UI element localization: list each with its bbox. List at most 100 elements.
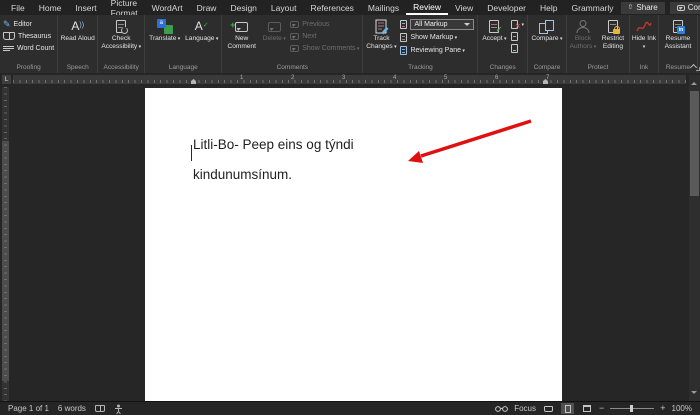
scroll-up-icon[interactable] bbox=[691, 79, 697, 85]
hide-ink-button[interactable]: Hide Ink bbox=[631, 16, 657, 51]
markup-view-combo[interactable]: All Markup bbox=[398, 18, 476, 30]
tab-review[interactable]: Review bbox=[406, 0, 448, 15]
left-indent-marker[interactable] bbox=[191, 79, 196, 84]
group-speech: A )) Read Aloud Speech bbox=[58, 15, 99, 73]
reject-button[interactable]: ✕ bbox=[509, 18, 526, 30]
new-comment-button[interactable]: + New Comment bbox=[223, 16, 260, 51]
zoom-slider-thumb[interactable] bbox=[630, 405, 634, 412]
accessibility-status-icon[interactable] bbox=[114, 404, 123, 414]
show-markup-button[interactable]: Show Markup bbox=[398, 31, 476, 43]
compare-icon bbox=[539, 18, 555, 35]
tracking-group-label: Tracking bbox=[408, 64, 433, 71]
horizontal-ruler[interactable]: 1 2 3 4 5 6 7 bbox=[13, 75, 686, 84]
group-proofing: ✎ Editor Thesaurus Word Count Proofing bbox=[0, 15, 59, 73]
view-read-mode-button[interactable] bbox=[542, 403, 555, 414]
group-ink: Hide Ink Ink bbox=[630, 15, 659, 73]
read-aloud-button[interactable]: A )) Read Aloud bbox=[59, 16, 96, 43]
thesaurus-book-icon bbox=[3, 32, 15, 40]
zoom-level[interactable]: 100% bbox=[672, 404, 692, 413]
show-comments-button[interactable]: Show Comments bbox=[288, 42, 361, 54]
compare-group-label: Compare bbox=[533, 64, 561, 71]
delete-comment-icon bbox=[267, 18, 281, 35]
focus-icon bbox=[495, 406, 509, 412]
reviewing-pane-button[interactable]: Reviewing Pane bbox=[398, 44, 476, 56]
group-protect: Block Authors Restrict Editing Protect bbox=[567, 15, 630, 73]
tab-wordart[interactable]: WordArt bbox=[145, 0, 190, 15]
word-count-indicator[interactable]: 6 words bbox=[58, 404, 86, 413]
zoom-out-button[interactable]: − bbox=[599, 404, 604, 413]
lock-icon bbox=[612, 26, 620, 34]
previous-change-button[interactable] bbox=[509, 30, 526, 42]
accessibility-group-label: Accessibility bbox=[103, 64, 139, 71]
language-icon: A ✓ bbox=[194, 19, 209, 33]
vertical-ruler[interactable] bbox=[2, 87, 9, 401]
tab-design[interactable]: Design bbox=[223, 0, 263, 15]
tab-draw[interactable]: Draw bbox=[190, 0, 224, 15]
thesaurus-button[interactable]: Thesaurus bbox=[1, 30, 56, 42]
check-accessibility-button[interactable]: Check Accessibility bbox=[99, 16, 143, 51]
tab-layout[interactable]: Layout bbox=[264, 0, 304, 15]
vertical-scrollbar[interactable] bbox=[689, 75, 700, 401]
next-change-button[interactable] bbox=[509, 42, 526, 54]
accept-button[interactable]: ✓ Accept bbox=[479, 16, 509, 43]
view-web-layout-button[interactable] bbox=[580, 403, 593, 414]
next-comment-button[interactable]: Next bbox=[288, 30, 361, 42]
tab-home[interactable]: Home bbox=[32, 0, 69, 15]
page-indicator[interactable]: Page 1 of 1 bbox=[8, 404, 49, 413]
word-count-button[interactable]: Word Count bbox=[1, 42, 56, 54]
review-ribbon: ✎ Editor Thesaurus Word Count Proofing A… bbox=[0, 15, 700, 73]
proofing-group-label: Proofing bbox=[16, 64, 41, 71]
restrict-editing-button[interactable]: Restrict Editing bbox=[598, 16, 628, 51]
scroll-down-icon[interactable] bbox=[691, 391, 697, 397]
share-button[interactable]: ⇧ Share bbox=[620, 1, 665, 14]
block-authors-label: Block Authors bbox=[568, 35, 598, 51]
tab-picture-format[interactable]: Picture Format bbox=[104, 0, 145, 18]
ruler-number: 1 bbox=[240, 75, 244, 81]
chevron-down-icon bbox=[464, 22, 471, 29]
accept-label: Accept bbox=[482, 35, 506, 43]
zoom-in-button[interactable]: + bbox=[660, 404, 665, 413]
reject-icon: ✕ bbox=[511, 19, 520, 30]
editor-button[interactable]: ✎ Editor bbox=[1, 18, 56, 30]
tab-help[interactable]: Help bbox=[533, 0, 564, 15]
track-changes-label: Track Changes bbox=[364, 35, 398, 51]
document-page[interactable]: Litli-Bo- Peep eins og týndi kindunumsín… bbox=[145, 88, 562, 408]
language-button[interactable]: A ✓ Language bbox=[183, 16, 220, 43]
share-label: Share bbox=[636, 3, 658, 12]
tab-grammarly[interactable]: Grammarly bbox=[565, 0, 621, 15]
scrollbar-thumb[interactable] bbox=[690, 91, 699, 196]
tab-references[interactable]: References bbox=[303, 0, 360, 15]
group-tracking: Track Changes All Markup Show Markup bbox=[363, 15, 700, 73]
comments-label: Comments bbox=[687, 3, 700, 12]
tab-view[interactable]: View bbox=[448, 0, 480, 15]
hide-ink-label: Hide Ink bbox=[631, 35, 657, 51]
view-print-layout-button[interactable] bbox=[561, 403, 574, 414]
language-label: Language bbox=[185, 35, 218, 43]
tab-selector[interactable]: L bbox=[2, 75, 11, 84]
tab-mailings[interactable]: Mailings bbox=[361, 0, 406, 15]
previous-comment-button[interactable]: Previous bbox=[288, 18, 361, 30]
proofing-status-icon[interactable] bbox=[94, 405, 105, 412]
previous-change-icon bbox=[511, 31, 519, 41]
markup-sheet-icon bbox=[400, 19, 408, 29]
comments-button[interactable]: Comments bbox=[669, 1, 700, 14]
translate-button[interactable]: a Translate bbox=[146, 16, 183, 43]
delete-comment-button[interactable]: Delete bbox=[260, 16, 288, 43]
tab-file[interactable]: File bbox=[4, 0, 32, 15]
focus-button[interactable]: Focus bbox=[514, 404, 536, 413]
tab-developer[interactable]: Developer bbox=[480, 0, 533, 15]
linkedin-badge-icon: in bbox=[676, 26, 685, 34]
group-comments: + New Comment Delete Previous Next bbox=[222, 15, 364, 73]
status-bar: Page 1 of 1 6 words Focus − + 100% bbox=[0, 401, 700, 415]
track-changes-button[interactable]: Track Changes bbox=[364, 16, 398, 51]
word-window: File Home Insert Picture Format WordArt … bbox=[0, 0, 700, 415]
ruler-number: 3 bbox=[342, 75, 346, 81]
red-arrow-annotation[interactable] bbox=[145, 88, 562, 408]
check-accessibility-label: Check Accessibility bbox=[99, 35, 143, 51]
block-authors-button[interactable]: Block Authors bbox=[568, 16, 598, 51]
read-aloud-icon: A )) bbox=[71, 19, 85, 33]
resume-assistant-button[interactable]: in Resume Assistant bbox=[660, 16, 696, 51]
zoom-slider[interactable] bbox=[610, 405, 655, 412]
tab-insert[interactable]: Insert bbox=[68, 0, 103, 15]
compare-button[interactable]: Compare bbox=[529, 16, 565, 43]
